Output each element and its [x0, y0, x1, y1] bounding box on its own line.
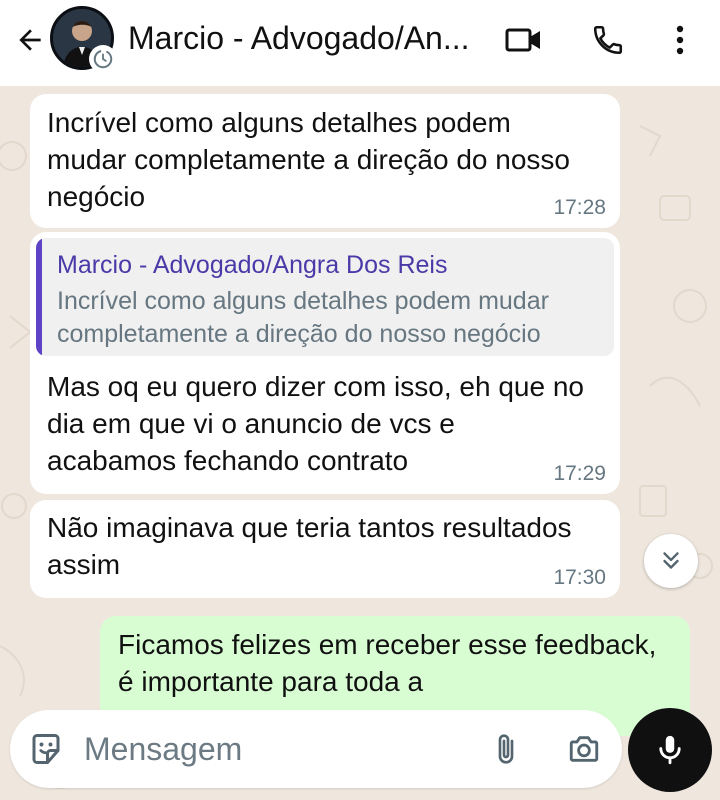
message-bubble-incoming[interactable]: Incrível como alguns detalhes podem muda… — [30, 94, 620, 228]
whatsapp-chat-screen: Marcio - Advogado/An... Incrível como al… — [0, 0, 720, 800]
quote-accent-bar — [36, 238, 42, 356]
message-text: Ficamos felizes em receber esse feedback… — [118, 629, 657, 697]
video-call-icon — [505, 28, 540, 52]
more-options-button[interactable] — [660, 16, 700, 64]
paperclip-icon — [498, 734, 514, 764]
arrow-left-icon — [19, 29, 41, 51]
message-timestamp: 17:28 — [553, 196, 606, 219]
microphone-icon — [659, 735, 681, 765]
message-text: Não imaginava que teria tantos resultado… — [47, 512, 572, 580]
clock-icon — [93, 49, 113, 69]
message-timestamp: 17:29 — [553, 462, 606, 485]
more-vertical-icon — [676, 25, 684, 55]
voice-message-button[interactable] — [628, 708, 712, 792]
quoted-text: Incrível como alguns detalhes podem muda… — [57, 287, 549, 348]
contact-name[interactable]: Marcio - Advogado/An... — [128, 18, 488, 58]
phone-icon — [593, 25, 623, 55]
sticker-button[interactable] — [26, 729, 66, 769]
video-call-button[interactable] — [500, 16, 548, 64]
status-indicator — [89, 45, 117, 73]
camera-icon — [569, 736, 599, 762]
message-composer — [10, 710, 622, 788]
sticker-icon — [32, 734, 60, 764]
quoted-message[interactable]: Marcio - Advogado/Angra Dos Reis Incríve… — [36, 238, 614, 356]
quoted-author: Marcio - Advogado/Angra Dos Reis — [57, 251, 448, 279]
message-text: Incrível como alguns detalhes podem muda… — [47, 107, 570, 212]
message-text: Mas oq eu quero dizer com isso, eh que n… — [47, 371, 584, 476]
attach-button[interactable] — [484, 727, 528, 771]
back-button[interactable] — [8, 18, 52, 62]
voice-call-button[interactable] — [584, 16, 632, 64]
camera-button[interactable] — [562, 727, 606, 771]
double-chevron-down-icon — [663, 552, 679, 569]
message-timestamp: 17:30 — [553, 566, 606, 589]
message-bubble-incoming-reply[interactable]: Marcio - Advogado/Angra Dos Reis Incríve… — [30, 232, 620, 494]
chat-header: Marcio - Advogado/An... — [0, 0, 720, 86]
message-input[interactable] — [84, 722, 464, 776]
message-bubble-incoming[interactable]: Não imaginava que teria tantos resultado… — [30, 500, 620, 598]
scroll-to-bottom-button[interactable] — [644, 534, 698, 588]
message-list[interactable]: Incrível como alguns detalhes podem muda… — [0, 86, 720, 800]
